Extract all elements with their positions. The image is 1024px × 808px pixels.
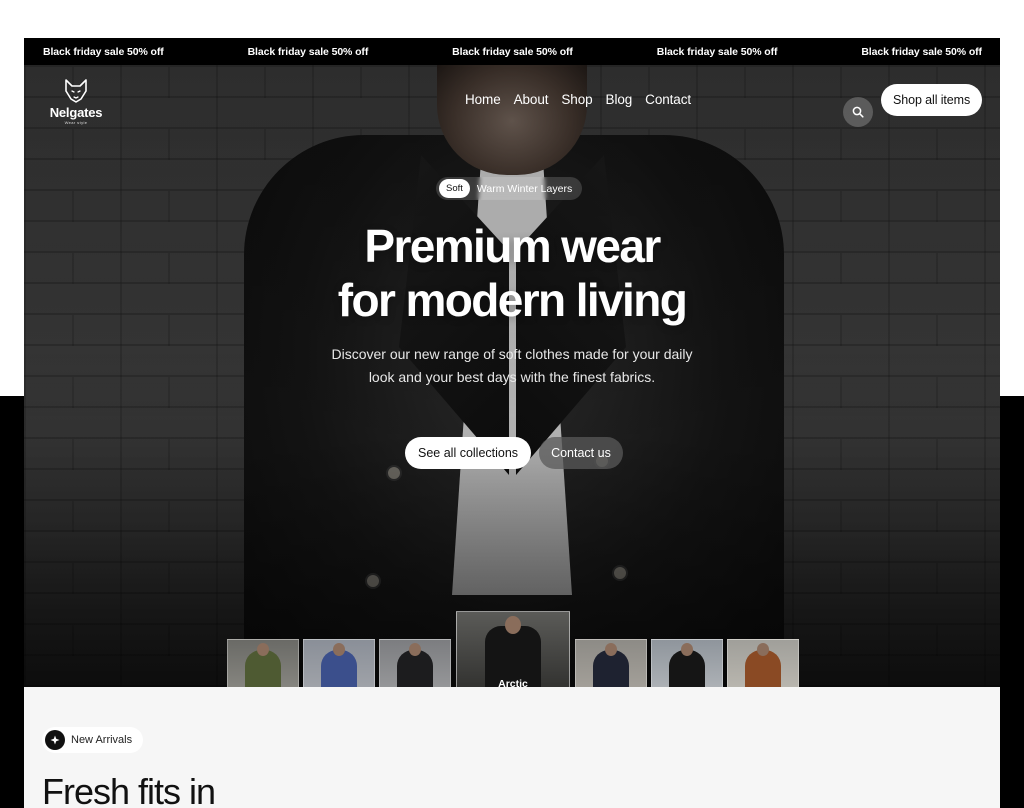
collection-pill[interactable]: Soft Warm Winter Layers — [436, 177, 583, 200]
thumbnail-model-head — [409, 643, 421, 656]
section-heading: Fresh fits in — [42, 771, 216, 808]
main-menu: Home About Shop Blog Contact — [465, 92, 704, 107]
hero-section: Nelgates Wear style Home About Shop Blog… — [24, 65, 1000, 687]
nav-link-home[interactable]: Home — [465, 92, 501, 107]
wolf-logo-icon — [63, 79, 89, 103]
nav-link-contact[interactable]: Contact — [645, 92, 691, 107]
thumbnail-item-active[interactable]: Arctic — [456, 611, 570, 687]
ticker-item[interactable]: Black friday sale 50% off — [43, 46, 164, 58]
thumbnail-caption: Arctic — [498, 678, 528, 687]
ticker-item[interactable]: Black friday sale 50% off — [452, 46, 573, 58]
nav-link-blog[interactable]: Blog — [606, 92, 633, 107]
thumbnail-item[interactable] — [575, 639, 647, 687]
top-navigation: Nelgates Wear style Home About Shop Blog… — [24, 65, 1000, 137]
hero-title-line: Premium wear — [364, 220, 661, 272]
shop-all-button[interactable]: Shop all items — [881, 84, 983, 116]
ticker-item[interactable]: Black friday sale 50% off — [657, 46, 778, 58]
contact-us-button[interactable]: Contact us — [539, 437, 623, 469]
hero-subtitle: Discover our new range of soft clothes m… — [24, 343, 1000, 389]
brand-logo[interactable]: Nelgates Wear style — [44, 79, 108, 125]
hero-title-line: for modern living — [337, 274, 688, 326]
nav-link-about[interactable]: About — [514, 92, 549, 107]
thumbnail-model-head — [257, 643, 269, 656]
ticker-item[interactable]: Black friday sale 50% off — [861, 46, 982, 58]
nav-link-shop[interactable]: Shop — [561, 92, 592, 107]
thumbnail-model-head — [505, 616, 521, 634]
website-frame: Black friday sale 50% off Black friday s… — [24, 38, 1000, 808]
hero-subtitle-line: Discover our new range of soft clothes m… — [331, 346, 693, 362]
thumbnail-model-head — [333, 643, 345, 656]
thumbnail-model-head — [757, 643, 769, 656]
hero-cta-group: See all collections Contact us — [405, 437, 623, 469]
thumbnail-model-head — [605, 643, 617, 656]
thumbnail-item[interactable] — [379, 639, 451, 687]
pill-chip: Soft — [439, 179, 470, 198]
see-all-collections-button[interactable]: See all collections — [405, 437, 532, 469]
thumbnail-item[interactable] — [727, 639, 799, 687]
badge-label: New Arrivals — [71, 734, 133, 746]
brand-tagline: Wear style — [64, 120, 88, 125]
new-arrivals-badge: New Arrivals — [42, 727, 144, 753]
thumbnail-item[interactable] — [303, 639, 375, 687]
thumbnail-item[interactable] — [651, 639, 723, 687]
sparkle-icon — [45, 730, 65, 750]
pill-text: Warm Winter Layers — [476, 182, 573, 195]
brand-name: Nelgates — [49, 105, 103, 120]
thumbnail-model-head — [681, 643, 693, 656]
announcement-ticker: Black friday sale 50% off Black friday s… — [24, 38, 1000, 65]
new-arrivals-section: New Arrivals Fresh fits in — [24, 687, 1000, 808]
product-thumbnails: Arctic — [227, 611, 799, 687]
search-icon — [852, 106, 864, 118]
search-button[interactable] — [843, 97, 873, 127]
hero-title: Premium wear for modern living — [24, 219, 1000, 327]
hero-subtitle-line: look and your best days with the finest … — [368, 369, 656, 385]
ticker-item[interactable]: Black friday sale 50% off — [248, 46, 369, 58]
thumbnail-item[interactable] — [227, 639, 299, 687]
